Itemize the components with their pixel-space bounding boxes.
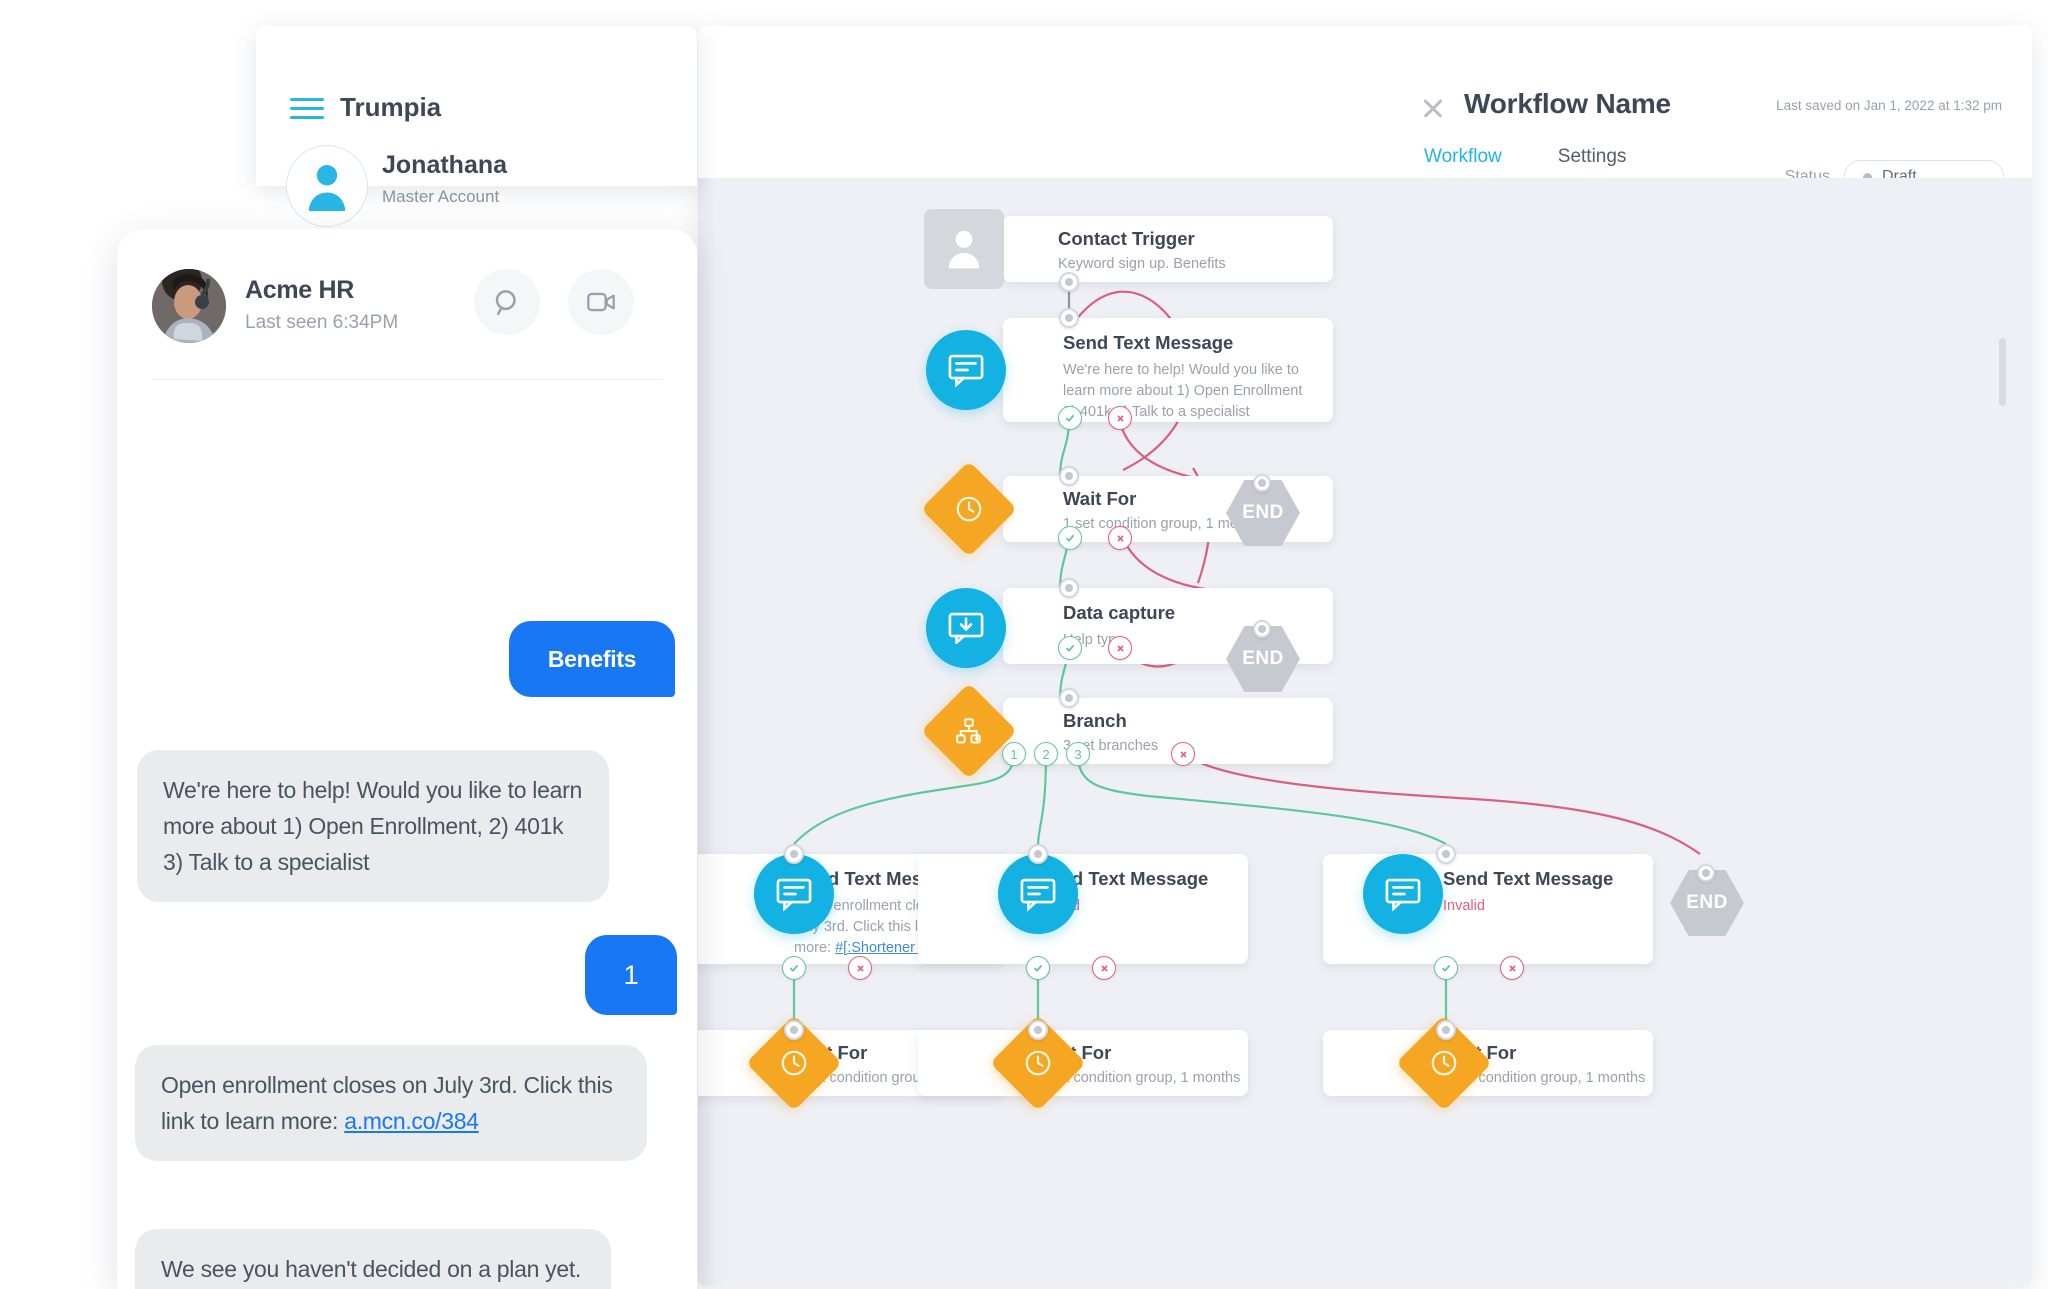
- chat-message-outgoing: 1: [585, 935, 677, 1015]
- message-icon: [1363, 854, 1443, 934]
- connector-dot[interactable]: [784, 844, 804, 864]
- last-seen-label: Last seen 6:34PM: [245, 312, 399, 333]
- node-subtitle: We're here to help! Would you like to le…: [1063, 362, 1303, 420]
- connector-dot[interactable]: [1253, 474, 1271, 492]
- error-port[interactable]: [1092, 956, 1116, 980]
- branch-port-2[interactable]: 2: [1034, 742, 1058, 766]
- clock-icon: [920, 460, 1018, 558]
- connector-edges: [792, 278, 1701, 1030]
- chat-message-incoming: Open enrollment closes on July 3rd. Clic…: [135, 1045, 647, 1161]
- connector-dot[interactable]: [1028, 844, 1048, 864]
- connector-dot[interactable]: [1059, 272, 1079, 292]
- chat-message-outgoing: Benefits: [509, 621, 675, 697]
- app-header: Workflow Name Last saved on Jan 1, 2022 …: [698, 26, 2032, 194]
- close-icon[interactable]: [1419, 94, 1447, 122]
- error-port[interactable]: [848, 956, 872, 980]
- phone-chat-panel: Acme HR Last seen 6:34PM Benefits We're …: [117, 229, 697, 1289]
- node-title: Send Text Message: [1063, 332, 1234, 353]
- hamburger-icon[interactable]: [290, 98, 324, 120]
- message-text: We see you haven't decided on a plan yet…: [161, 1256, 582, 1282]
- message-icon: [754, 854, 834, 934]
- node-title: Branch: [1063, 710, 1127, 731]
- connector-dot[interactable]: [1253, 620, 1271, 638]
- vertical-scrollbar[interactable]: [1999, 338, 2006, 406]
- last-saved-note: Last saved on Jan 1, 2022 at 1:32 pm: [1776, 98, 2002, 113]
- connector-dot[interactable]: [1059, 688, 1079, 708]
- node-title: Wait For: [1063, 488, 1137, 509]
- branch-port-1[interactable]: 1: [1002, 742, 1026, 766]
- account-name: Jonathana: [382, 151, 508, 179]
- node-subtitle: Invalid: [1443, 898, 1485, 914]
- node-card[interactable]: Contact Trigger Keyword sign up. Benefit…: [1003, 216, 1333, 282]
- message-icon: [926, 330, 1006, 410]
- search-icon[interactable]: [474, 269, 540, 335]
- node-title: Contact Trigger: [1058, 228, 1195, 249]
- brand-name: Trumpia: [340, 92, 442, 122]
- error-port[interactable]: [1108, 526, 1132, 550]
- account-role: Master Account: [382, 187, 500, 206]
- node-title: Data capture: [1063, 602, 1176, 623]
- page-title: Workflow Name: [1464, 88, 1671, 119]
- error-port[interactable]: [1108, 406, 1132, 430]
- connector-dot[interactable]: [1697, 864, 1715, 882]
- video-camera-icon[interactable]: [568, 269, 634, 335]
- workflow-canvas[interactable]: Contact Trigger Keyword sign up. Benefit…: [698, 178, 2032, 1286]
- branch-icon: [920, 682, 1018, 780]
- person-icon: [924, 209, 1004, 289]
- chat-message-incoming: We're here to help! Would you like to le…: [137, 750, 609, 902]
- error-port[interactable]: [1171, 742, 1195, 766]
- error-port[interactable]: [1108, 636, 1132, 660]
- message-icon: [998, 854, 1078, 934]
- connector-dot[interactable]: [1059, 578, 1079, 598]
- connector-dot[interactable]: [1059, 466, 1079, 486]
- canvas-left-shade: [698, 178, 716, 1286]
- connector-dot[interactable]: [1028, 1020, 1048, 1040]
- download-message-icon: [926, 588, 1006, 668]
- node-subtitle: Keyword sign up. Benefits: [1058, 256, 1226, 272]
- contact-avatar: [152, 269, 226, 343]
- workflow-app-window: Workflow Name Last saved on Jan 1, 2022 …: [698, 26, 2032, 1286]
- node-card[interactable]: Send Text Message Invalid: [918, 854, 1248, 964]
- success-port[interactable]: [1058, 526, 1082, 550]
- chat-message-incoming: We see you haven't decided on a plan yet…: [135, 1229, 611, 1289]
- error-port[interactable]: [1500, 956, 1524, 980]
- connector-dot[interactable]: [1436, 844, 1456, 864]
- success-port[interactable]: [1434, 956, 1458, 980]
- avatar: [286, 145, 368, 227]
- success-port[interactable]: [1058, 636, 1082, 660]
- connector-dot[interactable]: [784, 1020, 804, 1040]
- node-title: Send Text Message: [1443, 868, 1614, 889]
- success-port[interactable]: [782, 956, 806, 980]
- contact-name: Acme HR: [245, 276, 355, 304]
- short-link[interactable]: a.mcn.co/384: [344, 1108, 479, 1134]
- success-port[interactable]: [1058, 406, 1082, 430]
- divider: [152, 379, 662, 380]
- success-port[interactable]: [1026, 956, 1050, 980]
- node-card[interactable]: Send Text Message We're here to help! Wo…: [1003, 318, 1333, 422]
- connector-dot[interactable]: [1436, 1020, 1456, 1040]
- branch-port-3[interactable]: 3: [1066, 742, 1090, 766]
- connector-dot[interactable]: [1059, 308, 1079, 328]
